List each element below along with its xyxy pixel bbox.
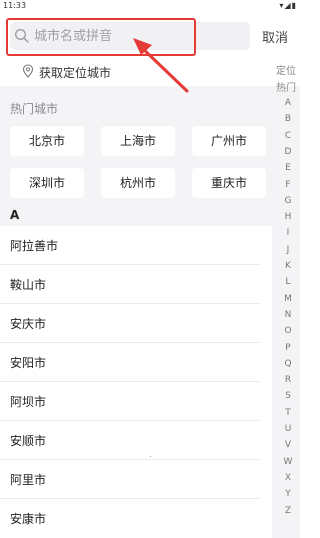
search-row: 取消 <box>0 12 300 58</box>
city-list-item[interactable]: 安阳市 <box>0 343 260 382</box>
status-bar: 11:33 ▾◢▮ <box>0 0 300 12</box>
alphabet-index-letter[interactable]: K <box>281 261 295 271</box>
city-list-item[interactable]: 安顺市 <box>0 421 260 460</box>
alphabet-index-letter[interactable]: Z <box>281 506 295 516</box>
alphabet-index-letter[interactable]: X <box>281 473 295 483</box>
alphabet-index-letter[interactable]: E <box>281 163 295 173</box>
status-time: 11:33 <box>3 1 27 10</box>
alphabet-index-letter[interactable]: U <box>281 424 295 434</box>
hot-cities-title: 热门城市 <box>10 102 59 116</box>
alphabet-index-letter[interactable]: D <box>281 147 295 157</box>
alphabet-index-letter[interactable]: N <box>281 310 295 320</box>
hot-city-button[interactable]: 重庆市 <box>192 168 266 198</box>
alphabet-index-letter[interactable]: P <box>281 343 295 353</box>
location-pin-icon <box>22 64 34 78</box>
hot-city-button[interactable]: 上海市 <box>101 126 175 156</box>
city-name: 阿坝市 <box>10 395 47 409</box>
alphabet-index-letter[interactable]: Q <box>281 359 295 369</box>
city-list-item[interactable]: 阿坝市 <box>0 382 260 421</box>
alphabet-index-letter[interactable]: T <box>281 408 295 418</box>
alphabet-index-letter[interactable]: S <box>281 391 295 401</box>
divider-dot <box>150 456 151 457</box>
status-icons: ▾◢▮ <box>279 1 297 10</box>
alphabet-index-letter[interactable]: M <box>281 294 295 304</box>
city-name: 安庆市 <box>10 317 47 331</box>
city-name: 鞍山市 <box>10 278 47 292</box>
alphabet-index-letter[interactable]: F <box>281 180 295 190</box>
hot-city-button[interactable]: 广州市 <box>192 126 266 156</box>
city-name: 阿拉善市 <box>10 239 59 253</box>
city-list-item[interactable]: 安庆市 <box>0 304 260 343</box>
alphabet-index-letter[interactable]: W <box>281 457 295 467</box>
alphabet-index-letter[interactable]: I <box>281 228 295 238</box>
city-name: 安顺市 <box>10 434 47 448</box>
section-letter-header: A <box>10 208 20 222</box>
get-location-label[interactable]: 获取定位城市 <box>39 64 111 81</box>
alphabet-index-letter[interactable]: A <box>281 98 295 108</box>
alphabet-index-letter[interactable]: L <box>281 277 295 287</box>
hot-side-label[interactable]: 热门 <box>276 79 306 94</box>
alphabet-index-letter[interactable]: O <box>281 326 295 336</box>
hot-city-button[interactable]: 杭州市 <box>101 168 175 198</box>
city-list-item[interactable]: 阿里市 <box>0 460 260 499</box>
hot-city-button[interactable]: 深圳市 <box>10 168 84 198</box>
city-name: 安阳市 <box>10 356 47 370</box>
city-name: 安康市 <box>10 512 47 526</box>
locate-row[interactable]: 获取定位城市 <box>0 58 300 86</box>
alphabet-index-letter[interactable]: Y <box>281 489 295 499</box>
city-list-item[interactable]: 安康市 <box>0 499 260 538</box>
locate-side-label[interactable]: 定位 <box>276 62 306 77</box>
alphabet-index-letter[interactable]: B <box>281 114 295 124</box>
hot-city-button[interactable]: 北京市 <box>10 126 84 156</box>
city-list: 阿拉善市 鞍山市 安庆市 安阳市 阿坝市 安顺市 阿里市 安康市 <box>0 226 272 538</box>
city-list-item[interactable]: 鞍山市 <box>0 265 260 304</box>
search-highlight-box <box>6 18 196 56</box>
city-list-item[interactable]: 阿拉善市 <box>0 226 260 265</box>
alphabet-index-letter[interactable]: G <box>281 196 295 206</box>
alphabet-index-letter[interactable]: C <box>281 131 295 141</box>
alphabet-index-letter[interactable]: J <box>281 245 295 255</box>
city-name: 阿里市 <box>10 473 47 487</box>
alphabet-index-letter[interactable]: R <box>281 375 295 385</box>
alphabet-index-letter[interactable]: V <box>281 440 295 450</box>
cancel-button[interactable]: 取消 <box>262 27 288 46</box>
alphabet-index-letter[interactable]: H <box>281 212 295 222</box>
